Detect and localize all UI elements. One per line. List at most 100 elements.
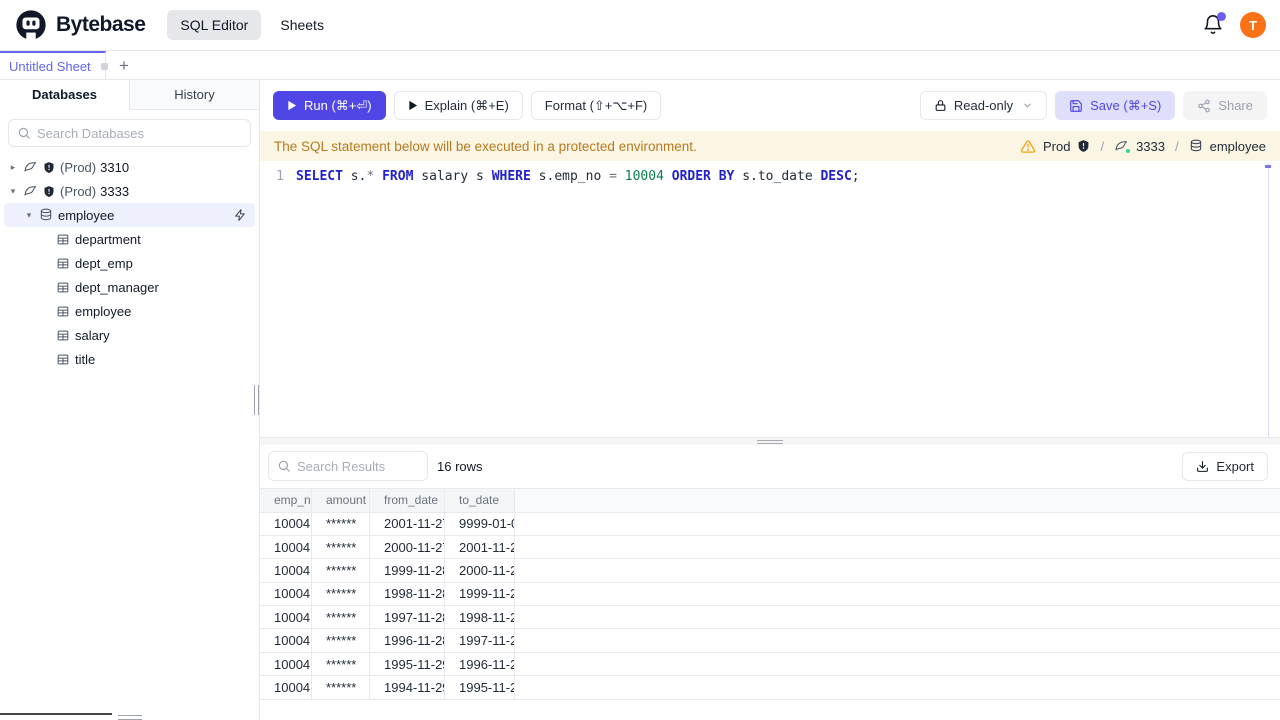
tree-item-database-employee[interactable]: ▾ employee (4, 203, 255, 227)
top-nav-right: T (1202, 12, 1266, 38)
share-button[interactable]: Share (1183, 91, 1267, 120)
table-cell: ****** (312, 512, 370, 535)
table-cell: 1997-11-28 (370, 606, 445, 629)
table-cell: 1995-11-29 (445, 676, 515, 699)
row-count: 16 rows (437, 458, 483, 474)
notification-bell-icon[interactable] (1202, 12, 1226, 36)
run-button[interactable]: Run (⌘+⏎) (273, 91, 386, 120)
database-search-input[interactable] (37, 125, 242, 141)
format-button[interactable]: Format (⇧+⌥+F) (530, 91, 662, 120)
sql-token-id: ; (851, 169, 860, 184)
environment-banner: The SQL statement below will be executed… (260, 131, 1280, 161)
caret-right-icon[interactable]: ▸ (8, 162, 18, 173)
table-cell: 1998-11-28 (445, 606, 515, 629)
sidebar-scrollbar[interactable] (0, 713, 112, 715)
explain-button[interactable]: Explain (⌘+E) (393, 91, 523, 120)
unsaved-indicator (100, 62, 108, 70)
sheet-tab-untitled[interactable]: Untitled Sheet (0, 51, 108, 79)
table-row: 10004******1995-11-291996-11-28 (260, 652, 1280, 677)
database-icon (1190, 139, 1201, 152)
tree-item-table-salary[interactable]: salary (0, 323, 259, 347)
tree-item-table-dept_manager[interactable]: dept_manager (0, 275, 259, 299)
table-cell: 10004 (260, 676, 312, 699)
table-filler-cell (515, 559, 1280, 581)
table-cell: 1996-11-28 (445, 652, 515, 676)
export-button[interactable]: Export (1182, 451, 1268, 481)
search-icon (277, 459, 291, 473)
column-header-from_date[interactable]: from_date (370, 488, 445, 512)
sql-token-kw: ORDER BY (671, 169, 735, 184)
table-cell: 1996-11-28 (370, 629, 445, 652)
shield-icon (43, 185, 55, 198)
table-cell: ****** (312, 606, 370, 629)
table-cell: 1995-11-29 (370, 652, 445, 676)
sidebar-tab-history[interactable]: History (130, 80, 259, 110)
drag-handle-icon (757, 439, 783, 444)
user-avatar[interactable]: T (1240, 12, 1266, 38)
panel-vertical-drag-handle[interactable] (254, 385, 259, 415)
mysql-instance-icon (1114, 139, 1132, 154)
table-cell: ****** (312, 559, 370, 582)
results-toolbar: 16 rows Export (260, 445, 1280, 488)
table-row: 10004******2001-11-279999-01-01 (260, 512, 1280, 536)
table-filler-cell (515, 513, 1280, 535)
tab-sheets[interactable]: Sheets (267, 10, 337, 40)
results-resize-divider[interactable] (260, 436, 1280, 445)
tree-item-table-department[interactable]: department (0, 227, 259, 251)
table-row: 10004******1999-11-282000-11-27 (260, 559, 1280, 583)
table-icon (56, 281, 70, 294)
caret-down-icon[interactable]: ▾ (24, 210, 34, 221)
save-button[interactable]: Save (⌘+S) (1055, 91, 1176, 120)
sql-token-kw: FROM (382, 169, 414, 184)
editor-scrollbar-ruler[interactable] (1268, 163, 1269, 437)
breadcrumb-separator: / (1100, 138, 1105, 154)
table-cell: 1999-11-28 (370, 559, 445, 582)
tree-item-label: 3333 (100, 183, 130, 199)
table-cell: 10004 (260, 512, 312, 535)
table-cell: 10004 (260, 535, 312, 559)
sql-token-id: salary s (413, 169, 492, 184)
table-cell: ****** (312, 535, 370, 559)
environment-prefix: (Prod) (60, 183, 97, 199)
sql-token-id (664, 169, 672, 184)
sidebar: Databases History ▸ (Prod)3310 ▾ (Prod)3333… (0, 80, 260, 720)
sidebar-tabs: Databases History (0, 80, 259, 110)
sidebar-resize-handle[interactable] (118, 715, 142, 720)
column-header-emp_no[interactable]: emp_no (260, 488, 312, 512)
connect-lightning-icon[interactable] (234, 208, 247, 222)
tree-item-label: department (75, 231, 141, 247)
caret-down-icon[interactable]: ▾ (8, 186, 18, 197)
add-sheet-button[interactable]: + (113, 51, 135, 79)
editor-toolbar: Run (⌘+⏎) Explain (⌘+E) Format (⇧+⌥+F) R… (260, 80, 1280, 131)
sql-token-kw: WHERE (491, 169, 531, 184)
database-search[interactable] (8, 119, 251, 147)
tree-item-table-title[interactable]: title (0, 347, 259, 371)
instance-label: 3333 (1136, 138, 1165, 154)
sql-editor-area[interactable]: 1 SELECT s.* FROM salary s WHERE s.emp_n… (260, 161, 1280, 437)
play-icon (288, 100, 297, 111)
tree-item-instance-3310[interactable]: ▸ (Prod) 3310 (0, 155, 259, 179)
tree-item-label: employee (58, 207, 115, 223)
tree-item-instance-3333[interactable]: ▾ (Prod) 3333 (0, 179, 259, 203)
connection-status-dot (1125, 148, 1132, 154)
tree-item-table-dept_emp[interactable]: dept_emp (0, 251, 259, 275)
readonly-mode-select[interactable]: Read-only (919, 91, 1048, 120)
sql-line-1[interactable]: 1 SELECT s.* FROM salary s WHERE s.emp_n… (260, 167, 1280, 186)
tab-sql-editor[interactable]: SQL Editor (167, 10, 262, 40)
sheet-tab-bar: Untitled Sheet + (0, 51, 1280, 80)
column-header-to_date[interactable]: to_date (445, 488, 515, 512)
table-icon (56, 233, 70, 246)
brand-logo[interactable]: Bytebase (14, 8, 146, 42)
sql-token-id: s. (342, 169, 367, 184)
table-filler-cell (515, 536, 1280, 558)
results-search[interactable] (268, 451, 428, 481)
sql-token-kw: DESC (820, 169, 852, 184)
table-filler-cell (515, 606, 1280, 628)
column-header-amount[interactable]: amount (312, 488, 370, 512)
search-icon (17, 126, 31, 140)
results-search-input[interactable] (297, 458, 419, 474)
tree-item-label: title (75, 351, 96, 367)
table-cell: 10004 (260, 629, 312, 652)
sidebar-tab-databases[interactable]: Databases (0, 80, 130, 110)
tree-item-table-employee[interactable]: employee (0, 299, 259, 323)
